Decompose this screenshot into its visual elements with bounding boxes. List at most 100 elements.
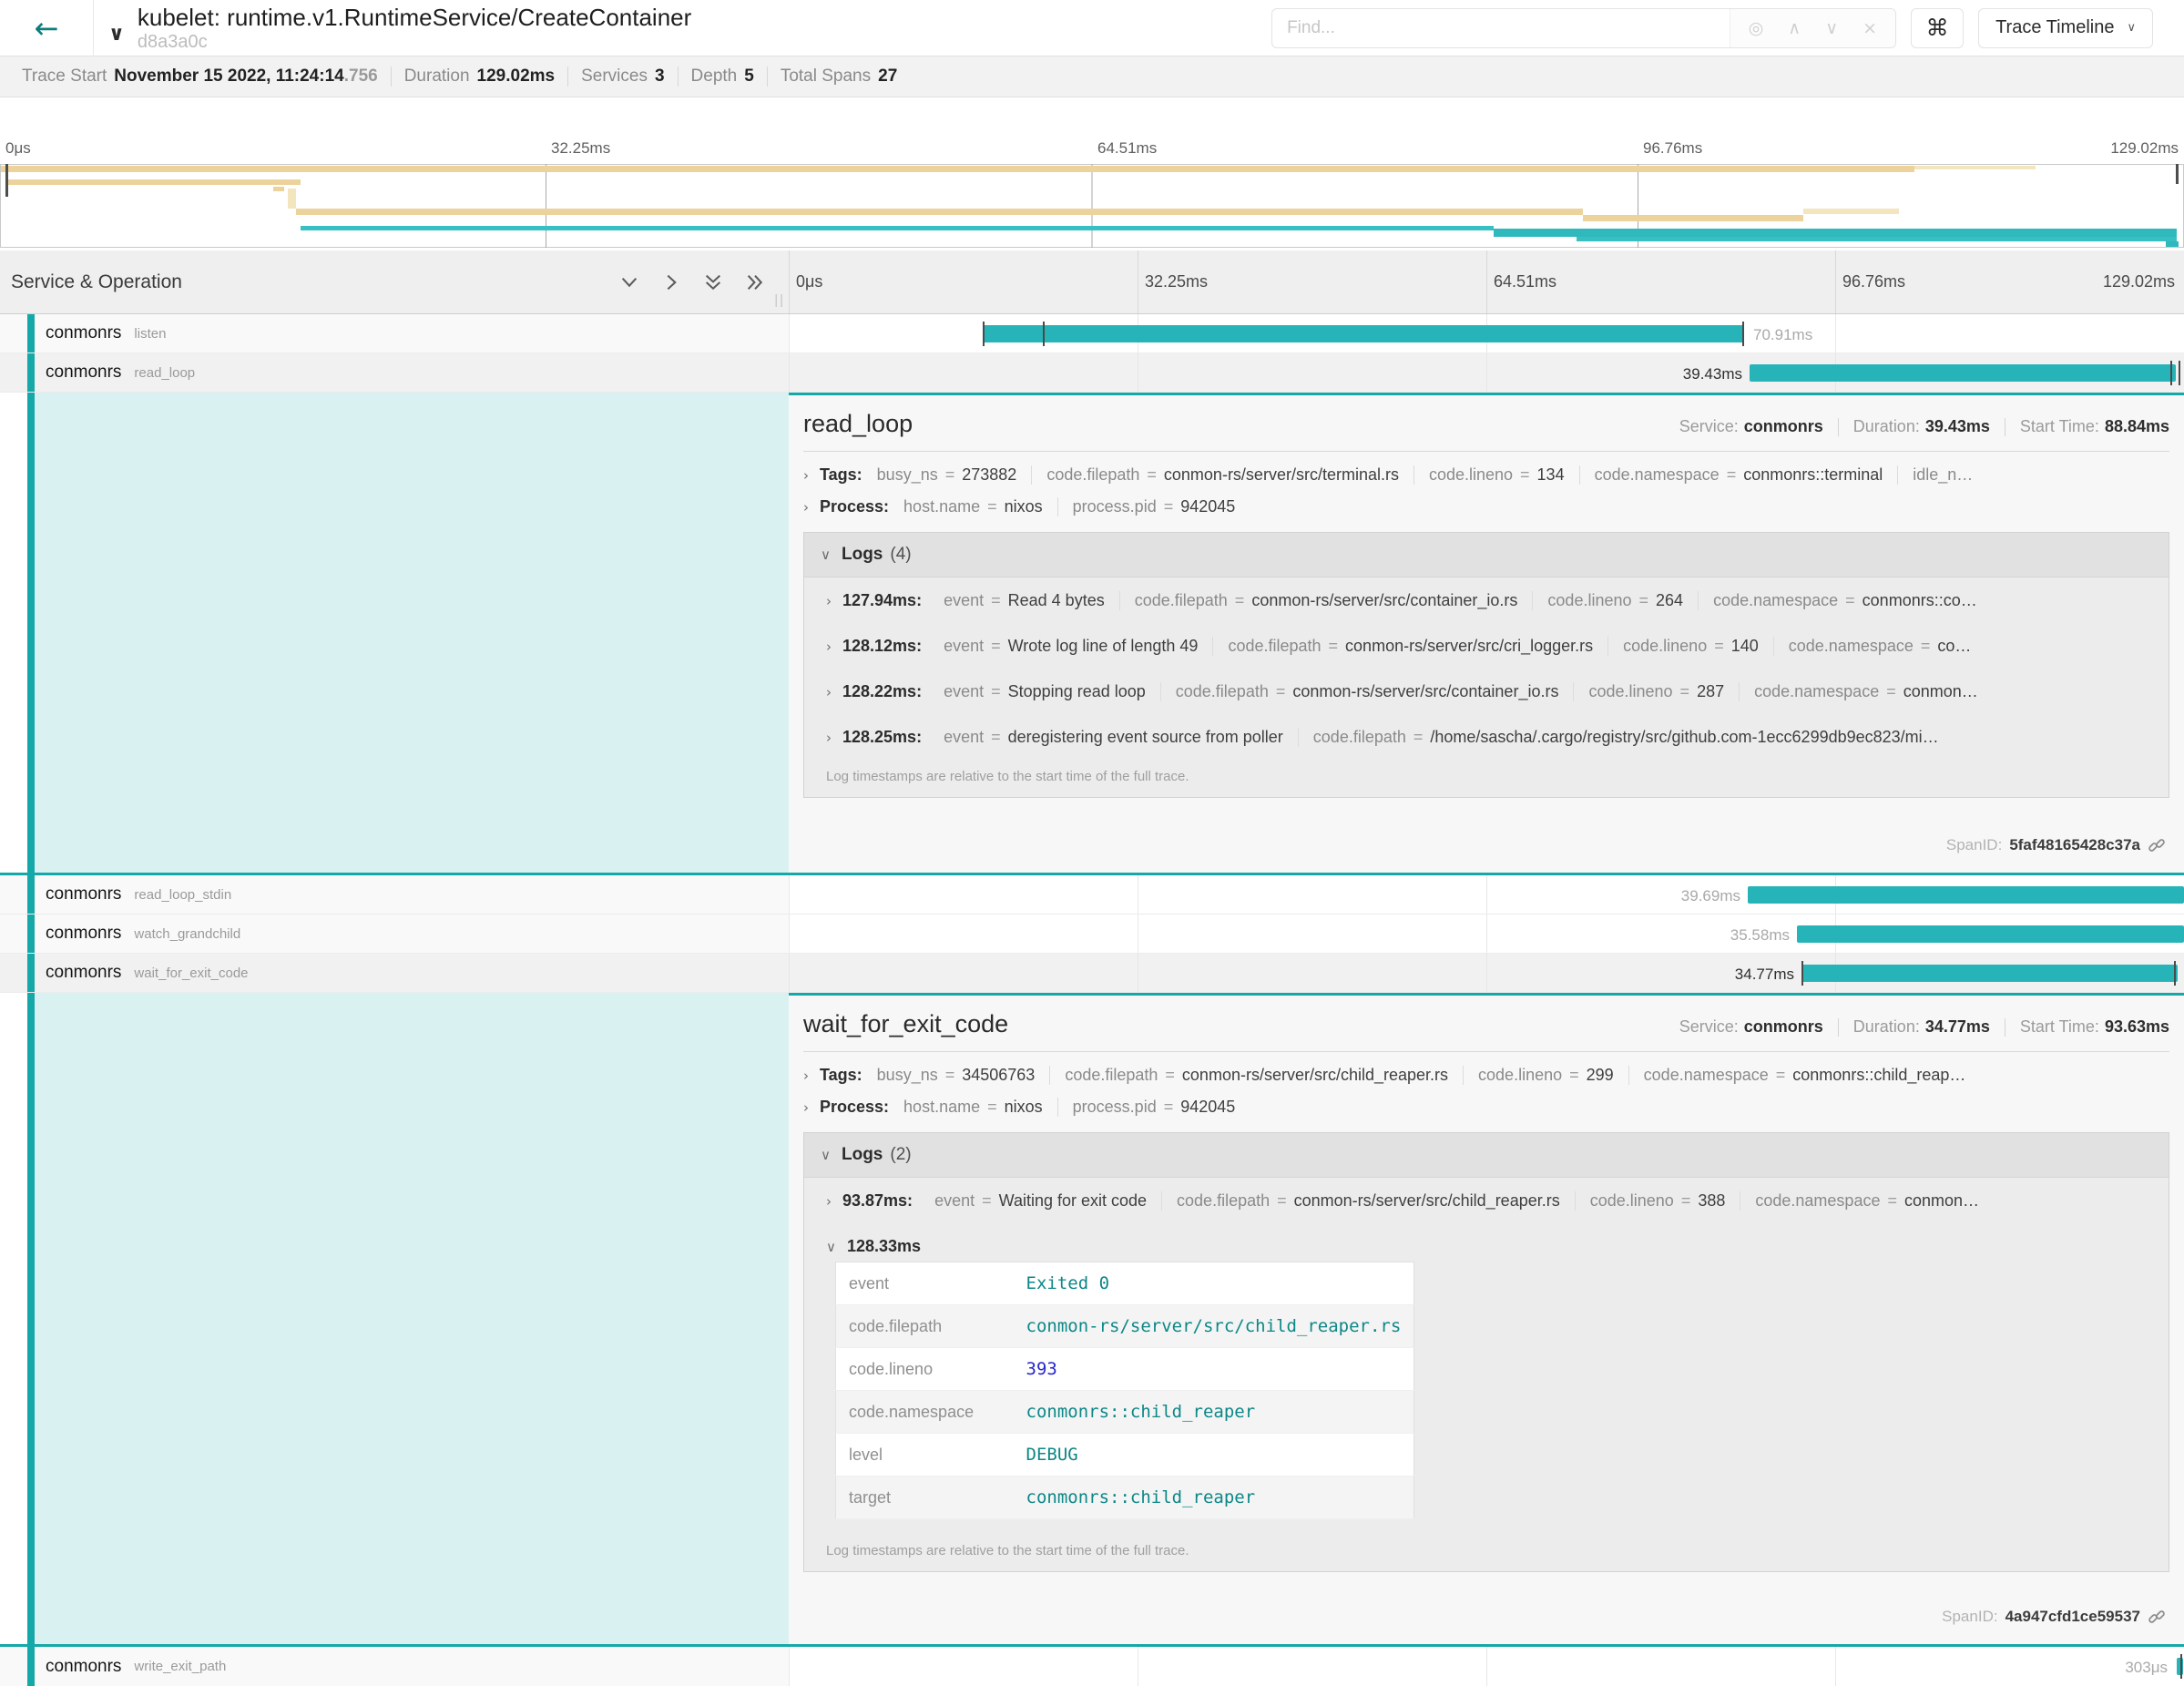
span-row-read-loop-stdin[interactable]: conmonrs read_loop_stdin 39.69ms (0, 875, 2184, 915)
tag-chip: busy_ns=34506763 (877, 1066, 1050, 1085)
log-value: deregistering event source from poller (1008, 728, 1283, 747)
minimap-canvas[interactable] (0, 164, 2184, 248)
span-row-wait-for-exit-code[interactable]: conmonrs wait_for_exit_code 34.77ms (0, 954, 2184, 993)
log-eq: = (1413, 728, 1424, 747)
tag-chip: code.namespace=conmonrs::child_reap… (1628, 1066, 1981, 1085)
logs-count: (2) (890, 1145, 911, 1165)
log-entry[interactable]: › 128.22ms: event=Stopping read loop cod… (804, 669, 2169, 714)
log-chip: code.lineno=388 (1575, 1191, 1740, 1211)
log-marker (1742, 322, 1744, 346)
span-row-write-exit-path[interactable]: conmonrs write_exit_path 303μs (0, 1647, 2184, 1686)
log-eq: = (1276, 682, 1286, 701)
span-name-cell[interactable]: conmonrs listen (0, 314, 789, 353)
log-timestamp: 93.87ms: (842, 1191, 913, 1211)
column-resizer[interactable]: || (774, 292, 785, 308)
span-row-read-loop[interactable]: conmonrs read_loop 39.43ms (0, 353, 2184, 393)
span-row-watch-grandchild[interactable]: conmonrs watch_grandchild 35.58ms (0, 915, 2184, 954)
detail-highlight-column (35, 993, 789, 1644)
process-key: process.pid (1073, 497, 1157, 516)
log-marker (2170, 361, 2172, 385)
axis-tick: 129.02ms (2103, 272, 2175, 291)
back-button[interactable]: ← (0, 0, 94, 56)
duration-label: Duration (404, 66, 470, 87)
tag-chip: code.lineno=134 (1413, 465, 1579, 485)
span-name-cell[interactable]: conmonrs read_loop_stdin (0, 875, 789, 914)
span-name-cell[interactable]: conmonrs wait_for_exit_code (0, 954, 789, 992)
tags-accordion[interactable]: › Tags: busy_ns=34506763 code.filepath=c… (803, 1059, 2169, 1091)
process-value: 942045 (1180, 1098, 1235, 1117)
log-value: conmonrs::co… (1863, 591, 1977, 610)
span-bar[interactable] (1750, 364, 2176, 382)
keyboard-shortcuts-button[interactable]: ⌘ (1911, 8, 1964, 48)
span-timeline-cell[interactable]: 39.43ms (789, 353, 2184, 392)
chevron-down-icon: ∨ (826, 1239, 836, 1255)
span-timeline-cell[interactable]: 303μs (789, 1647, 2184, 1686)
match-highlight-icon[interactable]: ◎ (1749, 18, 1764, 38)
log-entry[interactable]: › 93.87ms: event=Waiting for exit code c… (804, 1178, 2169, 1223)
field-value: conmon-rs/server/src/child_reaper.rs (1014, 1305, 1414, 1348)
tag-chip: busy_ns=273882 (877, 465, 1032, 485)
service-value: conmonrs (1744, 1017, 1823, 1037)
search-input[interactable] (1272, 9, 1730, 47)
span-timeline-cell[interactable]: 34.77ms (789, 954, 2184, 992)
log-chip: code.namespace=co… (1773, 637, 1986, 656)
expand-one-icon[interactable] (661, 272, 681, 292)
tag-value: conmonrs::terminal (1743, 465, 1883, 485)
process-value: nixos (1005, 1098, 1043, 1117)
logs-accordion-header[interactable]: ∨ Logs (4) (804, 533, 2169, 577)
log-entry[interactable]: › 128.25ms: event=deregistering event so… (804, 714, 2169, 760)
log-chip: event=Waiting for exit code (920, 1191, 1161, 1211)
span-bar[interactable] (1801, 965, 2178, 982)
span-row-listen[interactable]: conmonrs listen 70.91ms (0, 314, 2184, 353)
log-key: code.filepath (1135, 591, 1228, 610)
logs-accordion-header[interactable]: ∨ Logs (2) (804, 1133, 2169, 1178)
deep-link-icon[interactable] (2148, 1608, 2166, 1626)
span-operation: read_loop (134, 365, 195, 381)
collapse-all-icon[interactable] (703, 272, 723, 292)
view-type-select[interactable]: Trace Timeline ∨ (1978, 8, 2153, 48)
tags-label: Tags: (820, 1066, 862, 1085)
tags-accordion[interactable]: › Tags: busy_ns=273882 code.filepath=con… (803, 459, 2169, 491)
log-entry[interactable]: › 127.94ms: event=Read 4 bytes code.file… (804, 577, 2169, 623)
span-name-cell[interactable]: conmonrs write_exit_path (0, 1647, 789, 1686)
span-id-label: SpanID: (1942, 1608, 1997, 1626)
page-title: kubelet: runtime.v1.RuntimeService/Creat… (138, 4, 691, 31)
span-bar[interactable] (983, 325, 1744, 342)
tag-value: 273882 (962, 465, 1016, 485)
span-name-cell[interactable]: conmonrs read_loop (0, 353, 789, 392)
deep-link-icon[interactable] (2148, 836, 2166, 854)
prev-match-icon[interactable]: ∧ (1788, 18, 1801, 38)
top-bar: ← ∨ kubelet: runtime.v1.RuntimeService/C… (0, 0, 2184, 56)
log-marker (1801, 961, 1803, 986)
log-timestamp: 128.33ms (847, 1237, 921, 1256)
span-name-cell[interactable]: conmonrs watch_grandchild (0, 915, 789, 953)
log-marker (2180, 1654, 2182, 1679)
log-value: Read 4 bytes (1008, 591, 1105, 610)
clear-search-icon[interactable]: × (1863, 18, 1877, 38)
span-id-value: 4a947cfd1ce59537 (2005, 1608, 2140, 1626)
log-timestamp: 128.22ms: (842, 682, 922, 701)
chevron-down-icon[interactable]: ∨ (108, 23, 125, 46)
minimap-tick: 32.25ms (551, 139, 610, 158)
log-entry[interactable]: › 128.12ms: event=Wrote log line of leng… (804, 623, 2169, 669)
log-chip: event=Read 4 bytes (929, 591, 1119, 610)
axis-tick: 32.25ms (1145, 272, 1208, 291)
log-marker (2179, 361, 2180, 385)
span-timeline-cell[interactable]: 35.58ms (789, 915, 2184, 953)
depth-label: Depth (691, 66, 738, 87)
service-label: Service: (1679, 417, 1739, 436)
process-accordion[interactable]: › Process: host.name=nixos process.pid=9… (803, 491, 2169, 523)
span-timeline-cell[interactable]: 70.91ms (789, 314, 2184, 353)
span-timeline-cell[interactable]: 39.69ms (789, 875, 2184, 914)
span-bar[interactable] (1797, 925, 2184, 943)
expand-all-icon[interactable] (745, 272, 765, 292)
collapse-one-icon[interactable] (619, 272, 639, 292)
next-match-icon[interactable]: ∨ (1825, 18, 1838, 38)
divider (803, 1051, 2169, 1052)
log-entry-expanded[interactable]: ∨ 128.33ms (804, 1223, 2169, 1260)
log-value: conmon… (1904, 1191, 1979, 1211)
find-box: ◎ ∧ ∨ × (1271, 8, 1896, 48)
process-accordion[interactable]: › Process: host.name=nixos process.pid=9… (803, 1091, 2169, 1123)
chevron-right-icon: › (826, 730, 832, 746)
span-bar[interactable] (1748, 886, 2184, 904)
